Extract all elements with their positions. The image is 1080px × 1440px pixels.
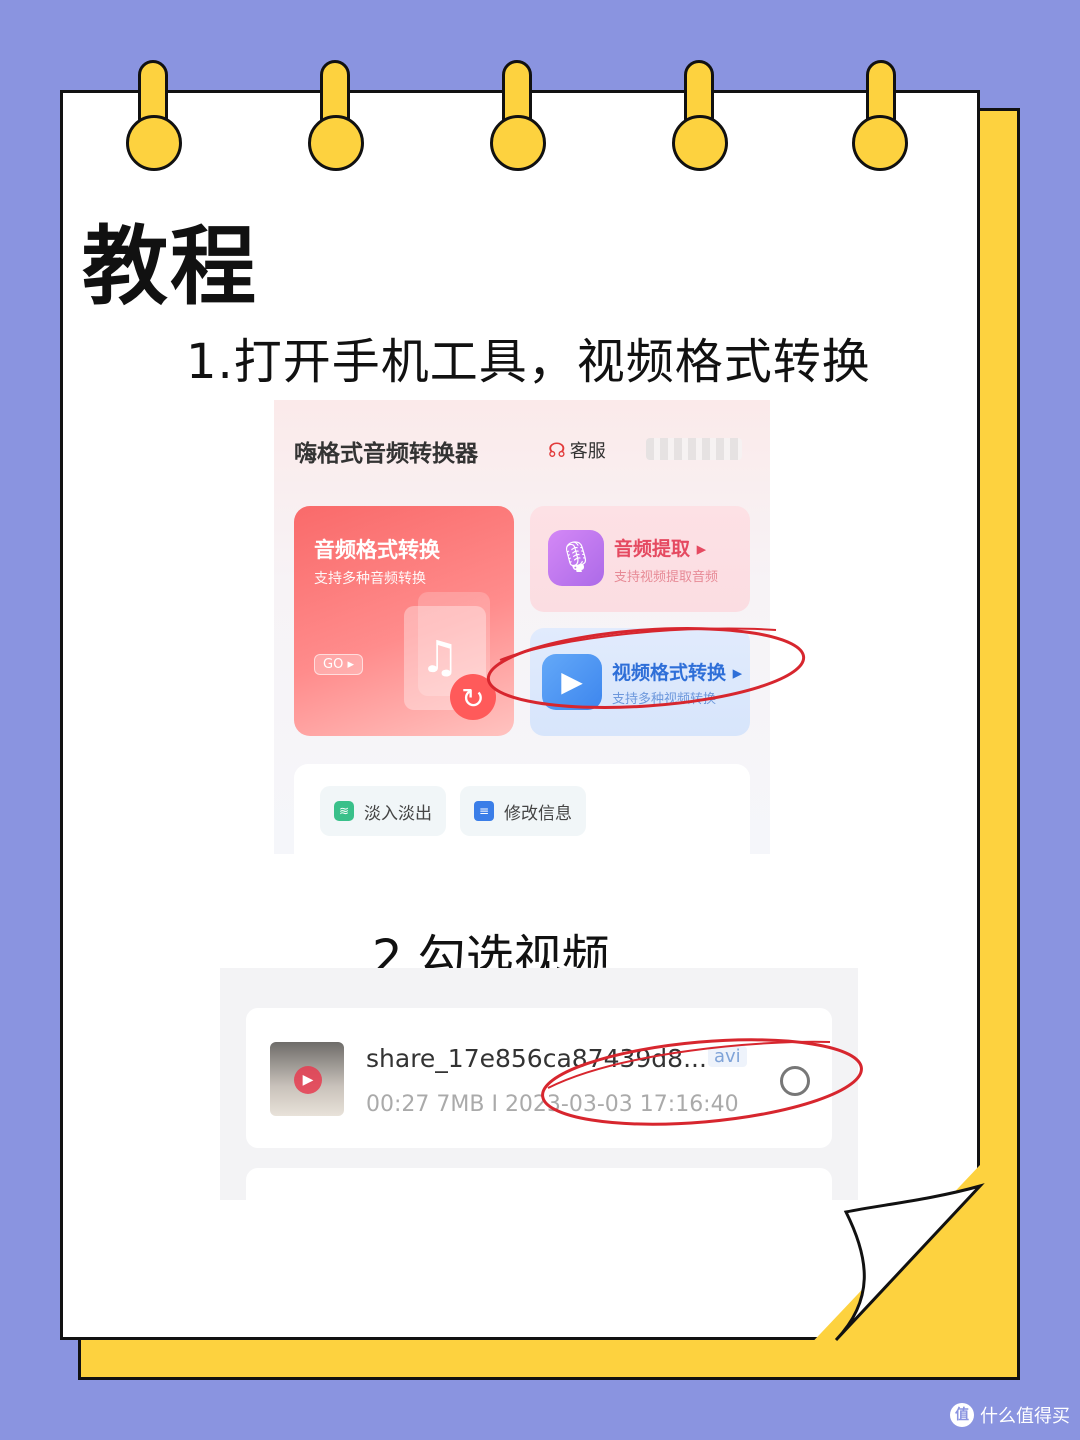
edit-info-label: 修改信息 (504, 803, 572, 824)
blurred-header-item (646, 438, 742, 460)
file-format-badge: avi (708, 1046, 747, 1067)
go-button[interactable]: GO ▸ (314, 654, 363, 675)
video-format-convert-subtitle: 支持多种视频转换 (612, 692, 717, 707)
page-title: 教程 (82, 217, 258, 317)
video-format-convert-title: 视频格式转换 ▸ (612, 662, 743, 684)
customer-service-label: 客服 (569, 441, 606, 462)
customer-service-button[interactable]: ☊ 客服 (548, 437, 606, 463)
site-logo-icon: 值 (950, 1403, 974, 1427)
fade-in-out-tool[interactable]: ≋ 淡入淡出 (320, 786, 446, 836)
binder-ring-3 (490, 115, 546, 171)
video-camera-icon: ▶ (542, 654, 602, 710)
tools-row: ≋ 淡入淡出 ≡ 修改信息 (294, 764, 750, 854)
play-icon: ▶ (294, 1066, 322, 1094)
video-thumbnail: ▶ (270, 1042, 344, 1116)
binder-ring-2 (308, 115, 364, 171)
video-format-convert-card[interactable]: ▶ 视频格式转换 ▸ 支持多种视频转换 (530, 628, 750, 736)
fade-in-out-label: 淡入淡出 (364, 803, 432, 824)
step-1-heading: 1.打开手机工具，视频格式转换 (186, 334, 871, 390)
file-select-screenshot: ▶ share_17e856ca87439d8... avi 00:27 7MB… (220, 968, 858, 1200)
binder-ring-5 (852, 115, 908, 171)
sync-icon: ↻ (450, 674, 496, 720)
audio-format-convert-card[interactable]: 音频格式转换 支持多种音频转换 GO ▸ ♫ ↻ (294, 506, 514, 736)
edit-info-tool[interactable]: ≡ 修改信息 (460, 786, 586, 836)
binder-ring-1 (126, 115, 182, 171)
audio-extract-card[interactable]: 🎙 音频提取 ▸ 支持视频提取音频 (530, 506, 750, 612)
waveform-icon: ≋ (334, 801, 354, 821)
video-file-item[interactable]: ▶ share_17e856ca87439d8... avi 00:27 7MB… (246, 1008, 832, 1148)
watermark-text: 什么值得买 (980, 1406, 1070, 1427)
next-file-item (246, 1168, 832, 1200)
app-home-screenshot: 嗨格式音频转换器 ☊ 客服 音频格式转换 支持多种音频转换 GO ▸ ♫ ↻ 🎙… (274, 400, 770, 854)
audio-format-convert-subtitle: 支持多种音频转换 (314, 571, 426, 587)
app-name: 嗨格式音频转换器 (294, 441, 478, 467)
music-note-icon: ♫ (420, 632, 460, 683)
file-meta: 00:27 7MB I 2023-03-03 17:16:40 (366, 1092, 739, 1117)
microphone-icon: 🎙 (548, 530, 604, 586)
watermark: 值 什么值得买 (950, 1402, 1070, 1428)
binder-ring-4 (672, 115, 728, 171)
file-name: share_17e856ca87439d8... (366, 1044, 707, 1073)
go-label: GO (323, 657, 344, 672)
select-radio[interactable] (780, 1066, 810, 1096)
audio-extract-title: 音频提取 ▸ (614, 538, 707, 560)
audio-format-convert-title: 音频格式转换 (314, 538, 440, 562)
headset-icon: ☊ (548, 438, 566, 462)
edit-document-icon: ≡ (474, 801, 494, 821)
audio-extract-subtitle: 支持视频提取音频 (614, 570, 719, 585)
